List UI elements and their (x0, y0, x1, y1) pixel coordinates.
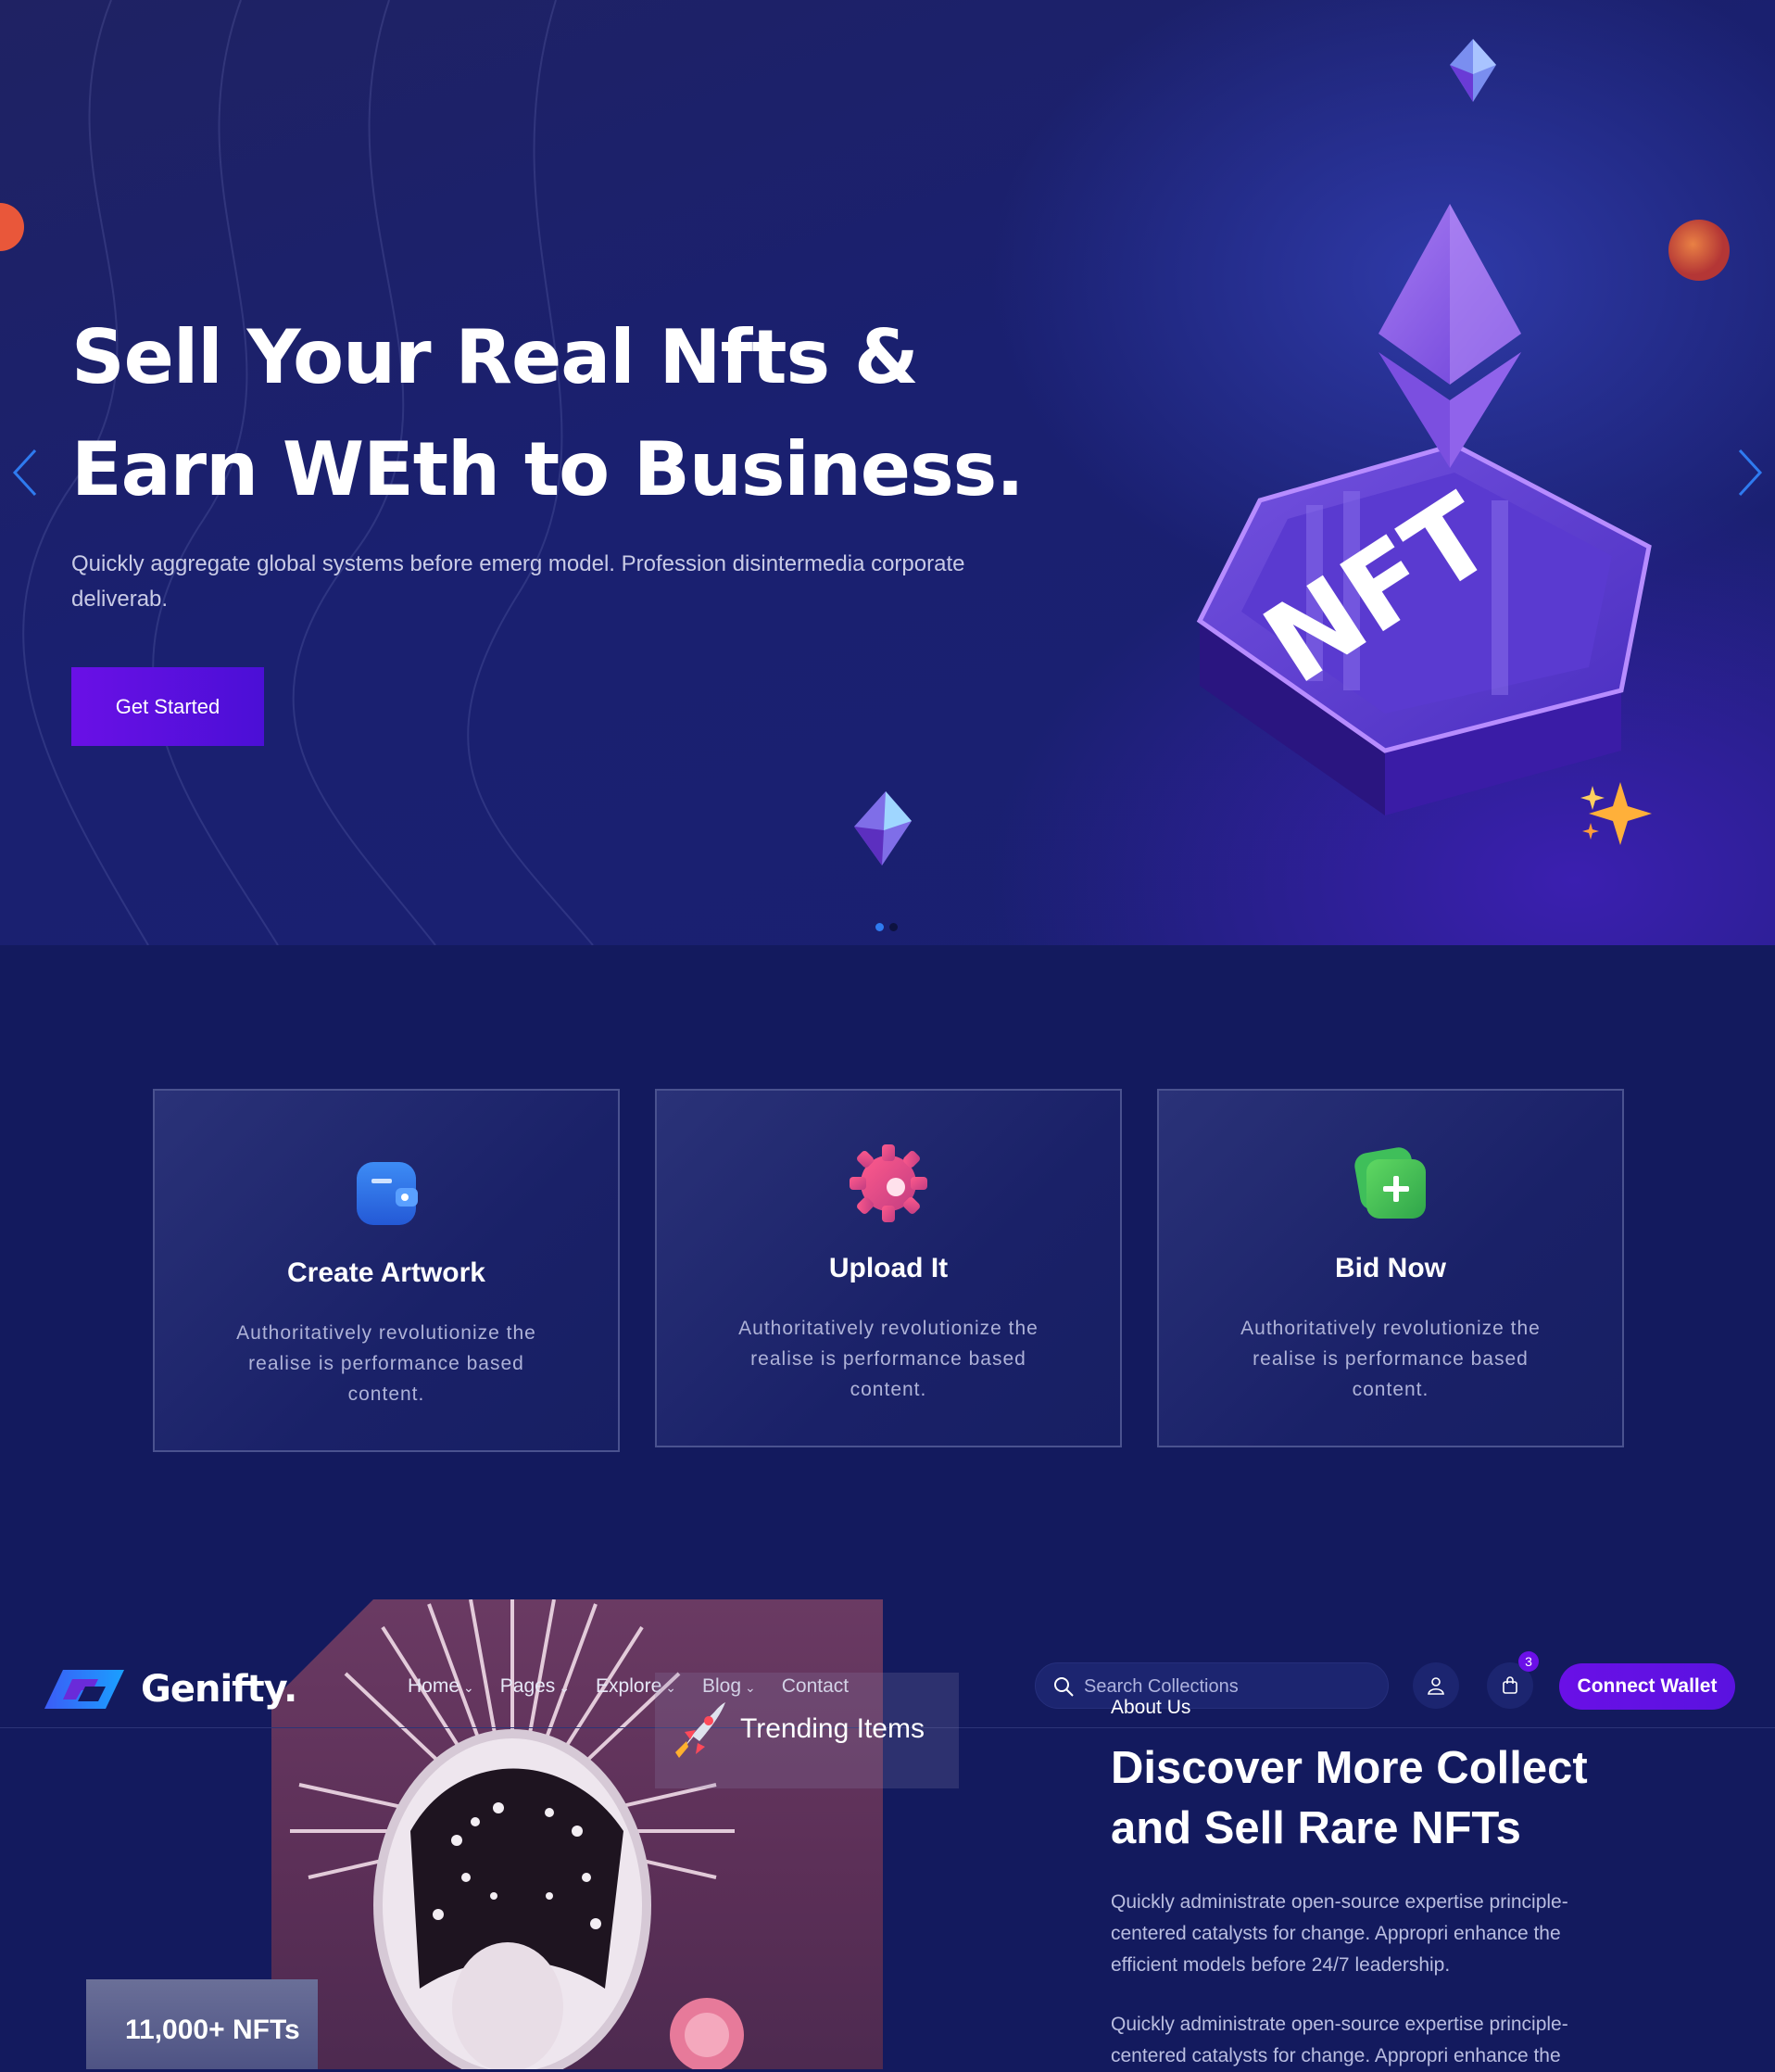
menu-label: Pages (499, 1675, 556, 1697)
about-title: Discover More Collect and Sell Rare NFTs (1111, 1738, 1667, 1859)
about-paragraph-1: Quickly administrate open-source experti… (1111, 1891, 1568, 1976)
nft-count-box: 11,000+ NFTs (86, 1979, 318, 2069)
brand-logo-icon (44, 1670, 124, 1709)
slider-next-arrow-icon[interactable] (1732, 445, 1766, 500)
about-title-line2: and Sell Rare NFTs (1111, 1803, 1521, 1853)
feature-text: Authoritatively revolutionize the realis… (236, 1322, 536, 1405)
cart-count-badge: 3 (1518, 1651, 1539, 1672)
about-title-line1: Discover More Collect (1111, 1743, 1588, 1793)
menu-label: Explore (596, 1675, 662, 1697)
feature-card-upload-it: Upload It Authoritatively revolutionize … (655, 1089, 1122, 1447)
hero-title-line1: Sell Your Real Nfts & (71, 314, 919, 400)
brand-logo[interactable]: Genifty. (44, 1666, 297, 1712)
coin-left-decoration (0, 203, 24, 251)
plus-icon (1354, 1147, 1426, 1219)
menu-item-home[interactable]: Home ⌄ (408, 1675, 474, 1698)
gear-icon (850, 1144, 927, 1222)
nft-illustration: NFT (1196, 204, 1652, 815)
search-bar (1035, 1662, 1389, 1709)
about-paragraph-2: Quickly administrate open-source experti… (1111, 2014, 1568, 2066)
menu-label: Home (408, 1675, 460, 1697)
trending-items-tag[interactable]: Trending Items (655, 1673, 959, 1788)
feature-text: Authoritatively revolutionize the realis… (738, 1318, 1039, 1400)
wallet-icon (357, 1162, 418, 1225)
feature-title: Bid Now (1335, 1253, 1446, 1283)
slider-prev-arrow-icon[interactable] (9, 445, 43, 500)
feature-card-bid-now: Bid Now Authoritatively revolutionize th… (1157, 1089, 1624, 1447)
feature-card-create-artwork: Create Artwork Authoritatively revolutio… (153, 1089, 620, 1452)
brand-name: Genifty. (141, 1668, 297, 1711)
account-button[interactable] (1413, 1662, 1459, 1709)
menu-item-pages[interactable]: Pages ⌄ (500, 1675, 570, 1698)
shopping-bag-icon (1503, 1676, 1517, 1694)
hero-section: Sell Your Real Nfts & Earn WEth to Busin… (0, 0, 1775, 945)
chevron-down-icon: ⌄ (463, 1680, 474, 1695)
slider-dot-2[interactable] (889, 923, 898, 931)
hero-subtitle: Quickly aggregate global systems before … (71, 551, 965, 612)
trending-label: Trending Items (740, 1713, 925, 1744)
about-label: About Us (1111, 1697, 1191, 1718)
chevron-down-icon: ⌄ (559, 1680, 571, 1695)
connect-wallet-button[interactable]: Connect Wallet (1559, 1663, 1735, 1710)
search-icon (1054, 1677, 1074, 1697)
user-icon (1428, 1677, 1444, 1695)
slider-dot-1[interactable] (875, 923, 884, 931)
gem-bottom-decoration (854, 791, 912, 865)
hero-title-line2: Earn WEth to Business. (71, 426, 1025, 512)
feature-text: Authoritatively revolutionize the realis… (1240, 1318, 1541, 1400)
feature-title: Upload It (828, 1253, 949, 1283)
slider-dots (875, 919, 903, 936)
get-started-button[interactable]: Get Started (71, 667, 264, 746)
gem-top-decoration (1450, 39, 1496, 102)
feature-title: Create Artwork (287, 1257, 485, 1288)
rocket-icon (675, 1702, 725, 1758)
nft-count-text: 11,000+ NFTs (125, 2015, 300, 2045)
hero-title: Sell Your Real Nfts & Earn WEth to Busin… (71, 301, 1044, 525)
